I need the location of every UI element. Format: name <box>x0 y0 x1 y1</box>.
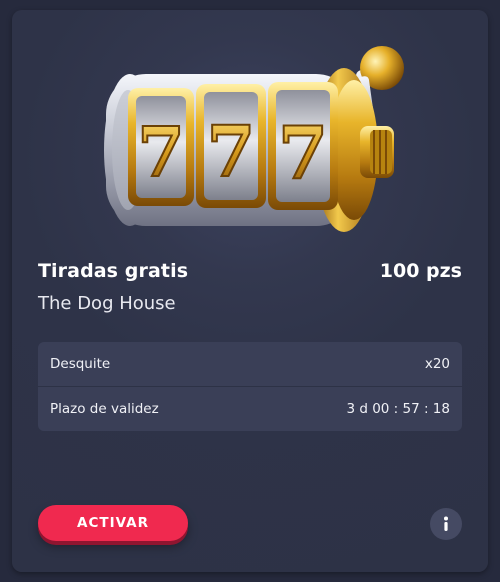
offer-game-name: The Dog House <box>38 293 176 314</box>
wager-value: x20 <box>424 356 450 372</box>
validity-label: Plazo de validez <box>50 401 159 417</box>
validity-countdown: 3 d 00 : 57 : 18 <box>346 401 450 417</box>
offer-title: Tiradas gratis <box>38 260 189 282</box>
offer-amount: 100 pzs <box>379 260 462 282</box>
reel-symbol-2: 7 <box>207 110 256 193</box>
offer-details: Desquite x20 Plazo de validez 3 d 00 : 5… <box>38 342 462 431</box>
free-spins-card: 7 7 7 Tiradas gratis 100 pzs The Dog Hou… <box>12 10 488 572</box>
validity-row: Plazo de validez 3 d 00 : 57 : 18 <box>38 386 462 431</box>
slot-machine-icon: 7 7 7 <box>104 46 404 232</box>
info-button[interactable] <box>430 508 462 540</box>
activate-button[interactable]: ACTIVAR <box>38 505 188 541</box>
wager-row: Desquite x20 <box>38 342 462 386</box>
info-icon <box>444 516 448 531</box>
reel-symbol-1: 7 <box>137 113 184 193</box>
wager-label: Desquite <box>50 356 111 372</box>
reel-symbol-3: 7 <box>278 110 328 195</box>
